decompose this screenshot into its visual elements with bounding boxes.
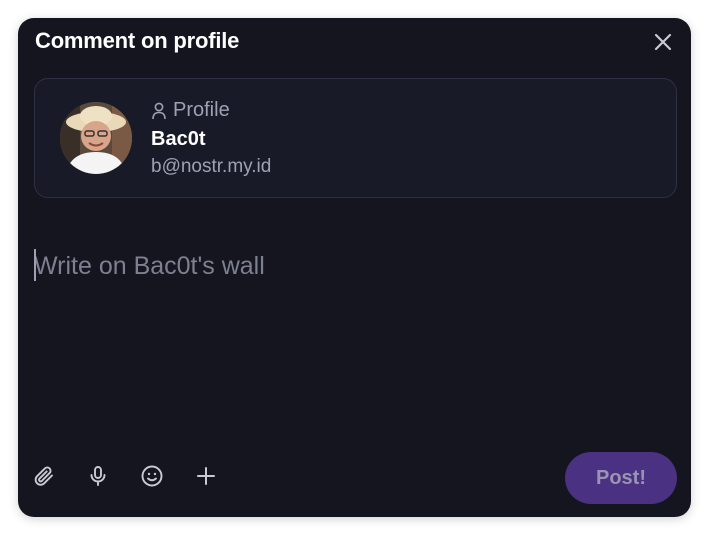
text-caret [34, 249, 36, 281]
avatar [60, 102, 132, 174]
microphone-button[interactable] [86, 464, 110, 488]
profile-kind: Profile [151, 99, 230, 122]
emoji-button[interactable] [140, 464, 164, 488]
comment-input[interactable] [34, 246, 675, 286]
profile-card[interactable]: Profile Bac0t b@nostr.my.id [34, 78, 677, 198]
microphone-icon [90, 466, 106, 486]
post-button[interactable]: Post! [565, 452, 677, 504]
plus-icon [197, 467, 215, 485]
emoji-icon [141, 465, 163, 487]
profile-kind-label: Profile [173, 99, 230, 121]
profile-name: Bac0t [151, 128, 206, 150]
attach-button[interactable] [32, 464, 56, 488]
close-button[interactable] [651, 30, 675, 54]
composer-toolbar [32, 464, 218, 488]
comment-dialog: Comment on profile Profile Bac0t b@nostr… [18, 18, 691, 517]
profile-nip05: b@nostr.my.id [151, 156, 272, 177]
user-icon [152, 102, 166, 119]
close-icon [654, 33, 672, 51]
dialog-title: Comment on profile [35, 28, 240, 53]
add-button[interactable] [194, 464, 218, 488]
paperclip-icon [34, 466, 53, 486]
